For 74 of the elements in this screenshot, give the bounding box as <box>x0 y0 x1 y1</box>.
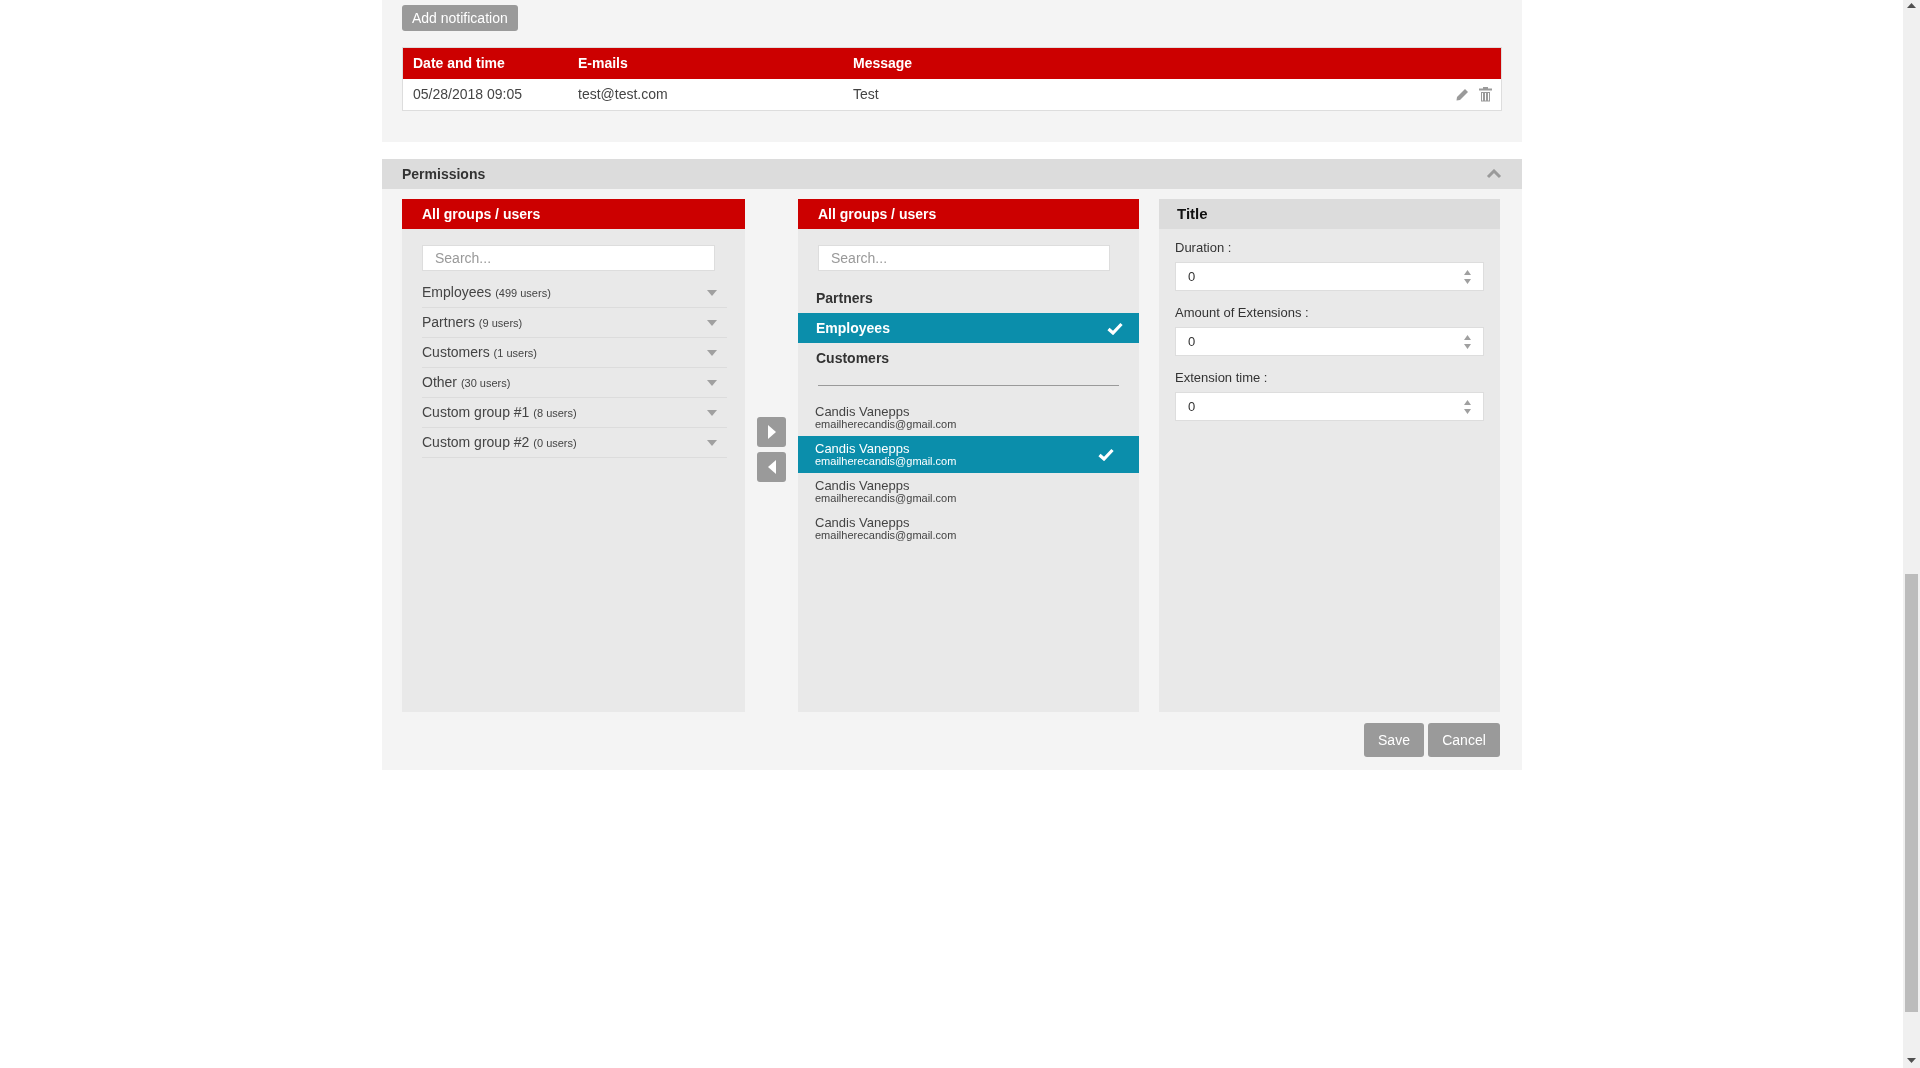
pencil-icon[interactable] <box>1455 87 1470 102</box>
scroll-down-arrow-icon <box>1907 1058 1916 1064</box>
caret-down-icon <box>707 409 717 416</box>
user-email: emailherecandis@gmail.com <box>815 528 957 542</box>
user-count: (9 users) <box>478 317 523 329</box>
table-cell-text: 05/28/2018 09:05 <box>412 85 523 104</box>
group-item[interactable]: Custom group #2 (0 users) <box>422 428 727 458</box>
group-name: Customers <box>816 348 890 368</box>
user-item[interactable]: Candis Vanepps emailherecandis@gmail.com <box>798 436 1139 473</box>
user-count: (0 users) <box>533 437 577 449</box>
caret-down-icon <box>707 379 717 386</box>
search-field[interactable]: Search... <box>818 245 1110 271</box>
move-right-button[interactable] <box>757 417 786 447</box>
panel-title: All groups / users <box>402 199 745 229</box>
user-count: (30 users) <box>460 377 511 389</box>
user-email: emailherecandis@gmail.com <box>815 417 957 431</box>
move-left-button[interactable] <box>757 452 786 482</box>
checkmark-icon <box>1098 448 1114 461</box>
panel-title: All groups / users <box>798 199 1139 229</box>
group-name: Customers <box>422 344 490 360</box>
number-field[interactable]: 0 <box>1175 392 1484 421</box>
table-cell-text: Test <box>852 85 880 104</box>
group-item[interactable]: Custom group #1 (8 users) <box>422 398 727 428</box>
panel-title: Title <box>1159 199 1500 229</box>
column-header: E-mails <box>577 54 629 73</box>
group-name: Other <box>422 374 457 390</box>
group-item[interactable]: Partners <box>798 283 1139 313</box>
group-name: Custom group #2 <box>422 434 530 450</box>
spinner-arrows-icon[interactable] <box>1464 399 1471 414</box>
scroll-up-arrow-icon <box>1907 2 1916 8</box>
user-count: (499 users) <box>495 287 551 299</box>
section-title: Permissions <box>402 164 486 184</box>
caret-down-icon <box>707 319 717 326</box>
user-email: emailherecandis@gmail.com <box>815 454 957 468</box>
table-cell-text: test@test.com <box>577 85 669 104</box>
group-item[interactable]: Customers <box>798 343 1139 373</box>
caret-down-icon <box>707 349 717 356</box>
user-name: Candis Vanepps <box>815 478 910 492</box>
field-label: Extension time : <box>1175 369 1269 387</box>
checkmark-icon <box>1107 321 1123 335</box>
group-name: Employees <box>422 284 492 300</box>
triangle-left-icon <box>766 459 777 475</box>
user-item[interactable]: Candis Vanepps emailherecandis@gmail.com <box>798 399 1139 436</box>
group-name: Employees <box>816 318 890 338</box>
user-email: emailherecandis@gmail.com <box>815 491 957 505</box>
search-field[interactable]: Search... <box>422 245 715 271</box>
caret-down-icon <box>707 439 717 446</box>
caret-down-icon <box>707 289 717 296</box>
group-name: Partners <box>816 288 873 308</box>
triangle-right-icon <box>766 424 777 440</box>
group-item[interactable]: Partners (9 users) <box>422 308 727 338</box>
spinner-arrows-icon[interactable] <box>1464 269 1471 284</box>
number-field[interactable]: 0 <box>1175 262 1484 291</box>
user-name: Candis Vanepps <box>815 441 910 455</box>
group-item[interactable]: Other (30 users) <box>422 368 727 398</box>
user-item[interactable]: Candis Vanepps emailherecandis@gmail.com <box>798 510 1139 547</box>
user-item[interactable]: Candis Vanepps emailherecandis@gmail.com <box>798 473 1139 510</box>
group-name: Partners <box>422 314 475 330</box>
group-item[interactable]: Employees (499 users) <box>422 278 727 308</box>
trash-icon[interactable] <box>1479 87 1492 102</box>
permissions-header[interactable]: Permissions <box>382 159 1522 189</box>
field-label: Duration : <box>1175 239 1233 257</box>
user-count: (1 users) <box>493 347 537 359</box>
field-label: Amount of Extensions : <box>1175 304 1310 322</box>
group-item[interactable]: Employees <box>798 313 1139 343</box>
user-count: (8 users) <box>533 407 577 419</box>
user-name: Candis Vanepps <box>815 404 910 418</box>
column-header: Date and time <box>412 54 506 73</box>
spinner-arrows-icon[interactable] <box>1464 334 1471 349</box>
user-name: Candis Vanepps <box>815 515 910 529</box>
group-item[interactable]: Customers (1 users) <box>422 338 727 368</box>
column-header: Message <box>852 54 914 73</box>
number-field[interactable]: 0 <box>1175 327 1484 356</box>
group-name: Custom group #1 <box>422 404 530 420</box>
